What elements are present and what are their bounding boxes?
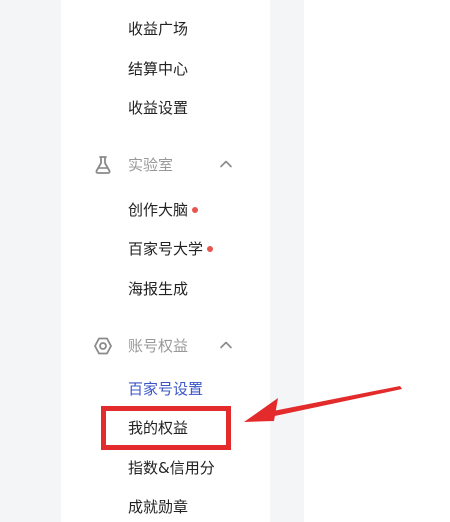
chevron-up-icon[interactable] <box>218 156 234 172</box>
notification-dot <box>192 206 199 213</box>
sidebar-item-settlement-center[interactable]: 结算中心 <box>128 59 188 79</box>
section-header-account-benefits[interactable]: 账号权益 <box>93 334 243 358</box>
left-gutter <box>0 0 61 522</box>
section-header-lab[interactable]: 实验室 <box>93 153 243 177</box>
content-gutter <box>270 0 304 522</box>
section-title-account-benefits: 账号权益 <box>128 337 189 355</box>
sidebar-item-revenue-plaza[interactable]: 收益广场 <box>128 19 188 39</box>
sidebar-item-creative-brain[interactable]: 创作大脑 <box>128 200 199 220</box>
page: 收益广场 结算中心 收益设置 实验室 创作大脑 百家号大学 海报生成 账号权益 … <box>0 0 450 522</box>
highlight-box <box>101 406 231 450</box>
notification-dot <box>207 245 214 252</box>
sidebar-item-achievement-badges[interactable]: 成就勋章 <box>128 497 188 517</box>
sidebar-item-revenue-settings[interactable]: 收益设置 <box>128 98 188 118</box>
sidebar-item-baijiahao-university[interactable]: 百家号大学 <box>128 239 214 259</box>
section-title-lab: 实验室 <box>128 156 174 174</box>
sidebar-item-poster-generator[interactable]: 海报生成 <box>128 279 188 299</box>
sidebar-item-label: 百家号大学 <box>128 240 204 258</box>
flask-icon <box>93 155 113 175</box>
hexagon-settings-icon <box>93 336 113 356</box>
chevron-up-icon[interactable] <box>218 337 234 353</box>
sidebar-item-index-credit[interactable]: 指数&信用分 <box>128 458 215 478</box>
sidebar-item-label: 创作大脑 <box>128 201 189 219</box>
sidebar-item-baijiahao-settings[interactable]: 百家号设置 <box>128 379 203 399</box>
annotation-arrow-icon <box>244 386 402 422</box>
